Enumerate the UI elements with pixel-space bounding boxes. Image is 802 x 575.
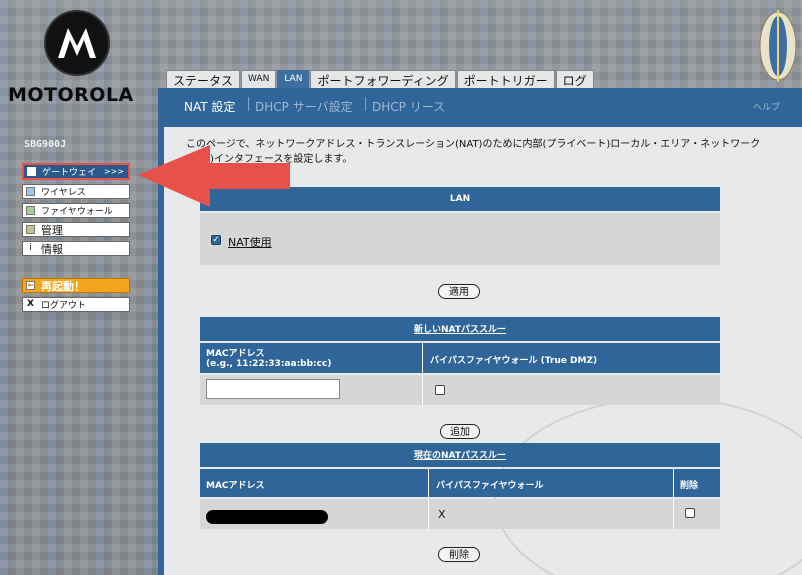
- sidebar-item-admin[interactable]: 管理: [22, 222, 130, 237]
- blue-square-icon: [26, 187, 35, 196]
- apply-button[interactable]: 適用: [438, 284, 480, 299]
- subtab-divider: [248, 97, 249, 111]
- col-mac-address: MACアドレス: [206, 349, 265, 359]
- tab-status[interactable]: ステータス: [166, 70, 241, 88]
- column-divider: [673, 469, 674, 497]
- col-delete: 削除: [680, 481, 699, 491]
- back-arrow-icon: ⇐: [26, 281, 35, 290]
- sidebar-item-label: ワイヤレス: [41, 188, 86, 198]
- nat-enable-checkbox[interactable]: ✓: [211, 235, 221, 245]
- subtab-divider: [365, 97, 366, 111]
- info-icon: i: [29, 243, 32, 253]
- tab-lan[interactable]: LAN: [277, 70, 310, 88]
- help-link[interactable]: ヘルプ: [753, 100, 780, 113]
- add-button[interactable]: 追加: [440, 424, 480, 439]
- tab-wan[interactable]: WAN: [241, 70, 277, 88]
- subtab-dhcp-server[interactable]: DHCP サーバ設定: [255, 98, 353, 115]
- column-divider: [422, 375, 423, 405]
- emblem-icon: [756, 6, 800, 84]
- column-divider: [422, 343, 423, 373]
- subtab-dhcp-lease[interactable]: DHCP リース: [372, 98, 445, 115]
- logout-button[interactable]: X ログアウト: [22, 297, 130, 312]
- green-square-icon: [26, 206, 35, 215]
- nat-enable-label: NAT使用: [228, 236, 272, 249]
- restart-label: 再起動！: [41, 279, 85, 293]
- new-passthrough-header: 新しいNATパススルー: [200, 317, 720, 341]
- new-passthrough-row: [200, 375, 720, 405]
- row-bypass-value: X: [438, 508, 446, 521]
- col-mac-address: MACアドレス: [206, 481, 265, 491]
- lan-section-body: ✓ NAT使用: [200, 213, 720, 265]
- delete-button[interactable]: 削除: [438, 547, 480, 562]
- col-bypass-firewall: バイパスファイヤウォール: [436, 481, 544, 491]
- tab-port-trigger[interactable]: ポートトリガー: [456, 70, 555, 88]
- table-row: X: [200, 499, 720, 529]
- tab-log[interactable]: ログ: [555, 70, 594, 88]
- new-passthrough-columns: MACアドレス (e.g., 11:22:33:aa:bb:cc) バイパスファ…: [200, 343, 720, 373]
- x-icon: X: [27, 299, 34, 309]
- tab-port-forwarding[interactable]: ポートフォワーディング: [310, 70, 456, 88]
- col-bypass-firewall: バイパスファイヤウォール (True DMZ): [430, 356, 598, 366]
- subtab-nat-settings[interactable]: NAT 設定: [184, 98, 235, 115]
- sidebar-nav: ゲートウェイ >>> ワイヤレス ファイヤウォール 管理 i 情報 ⇐ 再起動！…: [22, 163, 130, 316]
- sidebar-item-firewall[interactable]: ファイヤウォール: [22, 203, 130, 218]
- current-passthrough-columns: MACアドレス バイパスファイヤウォール 削除: [200, 469, 720, 497]
- column-divider: [428, 499, 429, 529]
- mac-address-input[interactable]: [206, 379, 340, 399]
- red-arrow-icon: [138, 145, 290, 207]
- column-divider: [673, 499, 674, 529]
- sidebar-item-gateway[interactable]: ゲートウェイ >>>: [22, 163, 130, 180]
- sidebar-item-wireless[interactable]: ワイヤレス: [22, 184, 130, 199]
- model-label: SBG900J: [24, 139, 67, 150]
- bypass-firewall-checkbox[interactable]: [435, 385, 445, 395]
- white-square-icon: [27, 167, 36, 176]
- chevrons-right-icon: >>>: [103, 167, 124, 176]
- col-mac-example: (e.g., 11:22:33:aa:bb:cc): [206, 359, 332, 369]
- sidebar-item-label: ゲートウェイ: [42, 168, 97, 178]
- delete-row-checkbox[interactable]: [685, 508, 695, 518]
- brand-name: MOTOROLA: [8, 84, 134, 106]
- sidebar-item-label: 管理: [41, 223, 63, 237]
- motorola-logo-icon: [44, 10, 110, 76]
- top-tabs: ステータス WAN LAN ポートフォワーディング ポートトリガー ログ: [166, 70, 595, 88]
- redacted-mac-value: [206, 510, 328, 524]
- logout-label: ログアウト: [41, 301, 87, 311]
- tan-square-icon: [26, 225, 35, 234]
- sidebar-item-info[interactable]: i 情報: [22, 241, 130, 256]
- restart-button[interactable]: ⇐ 再起動！: [22, 278, 130, 293]
- current-passthrough-header: 現在のNATパススルー: [200, 443, 720, 467]
- sidebar-item-label: ファイヤウォール: [41, 207, 113, 217]
- sidebar-item-label: 情報: [41, 242, 63, 256]
- subtab-bar: NAT 設定 DHCP サーバ設定 DHCP リース ヘルプ: [158, 88, 802, 118]
- column-divider: [428, 469, 429, 497]
